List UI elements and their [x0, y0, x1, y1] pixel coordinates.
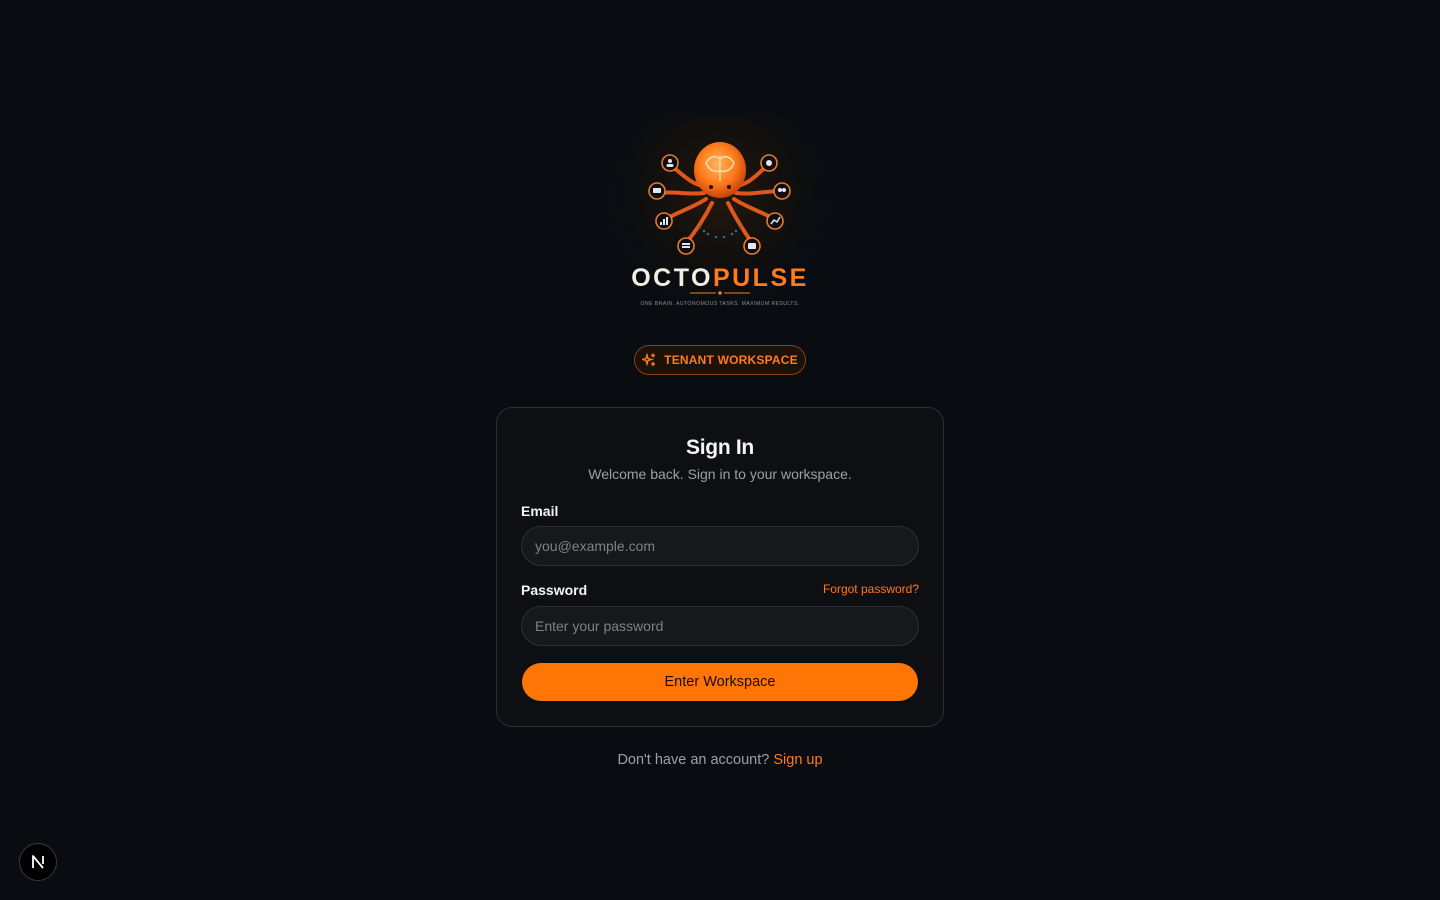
sparkles-icon — [640, 352, 656, 367]
signup-prompt-row: Don't have an account? Sign up — [0, 752, 1440, 768]
card-title: Sign In — [686, 436, 754, 459]
dev-tools-button[interactable] — [19, 843, 57, 881]
forgot-password-link[interactable]: Forgot password? — [823, 582, 919, 596]
sign-in-page: OCTOPULSE ONE BRAIN. AUTONOMOUS TASKS. M… — [0, 0, 1440, 900]
octopulse-logo: OCTOPULSE ONE BRAIN. AUTONOMOUS TASKS. M… — [600, 115, 840, 325]
email-label: Email — [521, 503, 559, 519]
next-logo-icon — [32, 855, 44, 869]
card-subtitle: Welcome back. Sign in to your workspace. — [588, 466, 852, 482]
sign-in-card: Sign In Welcome back. Sign in to your wo… — [496, 407, 944, 727]
password-label: Password — [521, 582, 588, 598]
signup-prompt: Don't have an account? — [617, 752, 770, 768]
tenant-workspace-badge: TENANT WORKSPACE — [634, 345, 806, 375]
brand-tagline: ONE BRAIN. AUTONOMOUS TASKS. MAXIMUM RES… — [640, 301, 799, 307]
sign-up-link[interactable]: Sign up — [773, 752, 822, 768]
enter-workspace-button[interactable]: Enter Workspace — [522, 663, 918, 701]
password-input[interactable] — [521, 606, 919, 646]
email-input[interactable] — [521, 526, 919, 566]
svg-text:OCTOPULSE: OCTOPULSE — [631, 264, 809, 292]
badge-label: TENANT WORKSPACE — [664, 353, 798, 367]
